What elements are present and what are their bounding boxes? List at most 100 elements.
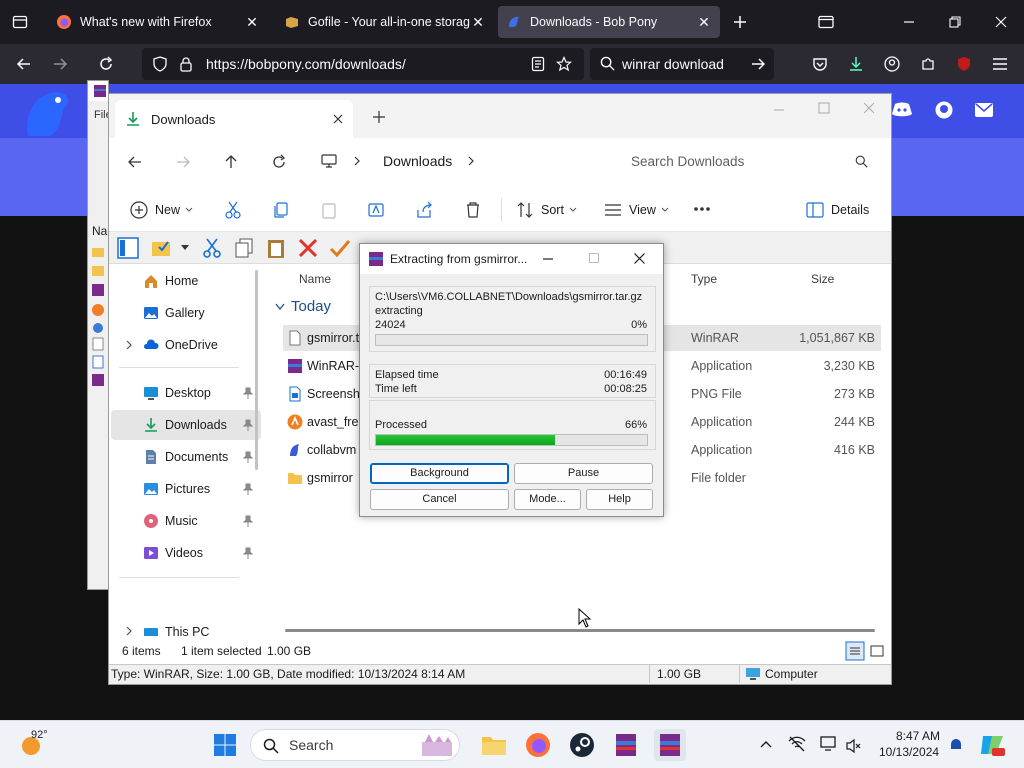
share-icon[interactable] [415, 200, 435, 220]
sort-button[interactable]: Sort [515, 198, 577, 222]
site-logo[interactable] [20, 88, 74, 138]
start-button[interactable] [209, 729, 241, 761]
copy-icon[interactable] [233, 237, 255, 259]
explorer-tab-downloads[interactable]: Downloads [115, 100, 353, 138]
bookmark-star-icon[interactable] [556, 56, 572, 72]
downloads-button[interactable] [840, 48, 872, 80]
chevron-right-icon[interactable] [125, 340, 133, 350]
paste-icon[interactable] [319, 200, 339, 220]
rename-icon[interactable] [367, 200, 387, 220]
copy-icon[interactable] [271, 200, 291, 220]
github-icon[interactable] [935, 101, 953, 119]
arrow-right-icon[interactable] [175, 154, 191, 170]
reload-button[interactable] [90, 48, 122, 80]
tiles-view-icon[interactable] [869, 643, 885, 659]
restore-button[interactable] [932, 0, 978, 44]
menu-button[interactable] [984, 48, 1016, 80]
maximize-icon[interactable] [818, 102, 830, 114]
group-header-today[interactable]: Today [275, 298, 331, 315]
nav-item-videos[interactable]: Videos [111, 538, 261, 568]
forward-button[interactable] [44, 48, 76, 80]
browser-tab-bobpony[interactable]: Downloads - Bob Pony ✕ [498, 6, 720, 38]
nav-item-gallery[interactable]: Gallery [111, 298, 261, 328]
background-button[interactable]: Background [370, 463, 509, 484]
display-icon[interactable] [820, 736, 838, 752]
checkmark-icon[interactable] [329, 237, 351, 259]
close-icon[interactable] [863, 102, 875, 114]
nav-item-home[interactable]: Home [111, 266, 261, 296]
arrow-left-icon[interactable] [127, 154, 143, 170]
delete-x-icon[interactable] [297, 237, 319, 259]
cancel-button[interactable]: Cancel [370, 489, 509, 510]
mail-icon[interactable] [975, 103, 993, 117]
winrar-background-window[interactable]: File Na [87, 80, 112, 590]
breadcrumb[interactable]: Downloads [305, 146, 605, 178]
minimize-icon[interactable] [543, 258, 553, 260]
details-button[interactable]: Details [805, 198, 869, 222]
new-tab-button[interactable] [724, 6, 756, 38]
maximize-icon[interactable] [589, 253, 599, 263]
taskbar-search[interactable]: Search [250, 729, 460, 761]
taskbar-steam[interactable] [566, 729, 598, 761]
clock-time[interactable]: 8:47 AM [896, 729, 940, 743]
select-folder-icon[interactable] [151, 237, 177, 259]
horizontal-scrollbar[interactable] [285, 629, 875, 632]
nav-scrollbar[interactable] [255, 270, 258, 470]
close-tab-icon[interactable]: ✕ [696, 14, 712, 31]
column-header-name[interactable]: Name [299, 272, 331, 286]
paste-icon[interactable] [265, 237, 287, 259]
taskbar-file-explorer[interactable] [478, 729, 510, 761]
nav-item-this-pc[interactable]: This PC [111, 622, 261, 636]
view-button[interactable]: View [603, 198, 669, 222]
browser-tab-gofile[interactable]: Gofile - Your all-in-one storage ✕ [276, 6, 494, 38]
taskbar-winrar-1[interactable] [610, 729, 642, 761]
back-button[interactable] [8, 48, 40, 80]
browser-tab-firefox-news[interactable]: What's new with Firefox ✕ [48, 6, 268, 38]
arrow-up-icon[interactable] [223, 154, 239, 170]
panel-toggle-icon[interactable] [117, 237, 139, 259]
cut-icon[interactable] [223, 200, 243, 220]
new-tab-icon[interactable] [373, 111, 385, 123]
nav-item-downloads[interactable]: Downloads [111, 410, 261, 440]
help-button[interactable]: Help [586, 489, 653, 510]
chevron-down-icon[interactable] [181, 245, 189, 251]
taskbar-winrar-2[interactable] [654, 729, 686, 761]
mode-button[interactable]: Mode... [514, 489, 581, 510]
minimize-icon[interactable] [773, 104, 785, 116]
refresh-icon[interactable] [271, 154, 287, 170]
delete-icon[interactable] [463, 200, 483, 220]
account-button[interactable] [876, 48, 908, 80]
more-options-icon[interactable] [693, 206, 711, 212]
details-view-icon[interactable] [845, 641, 865, 661]
clock-date[interactable]: 10/13/2024 [879, 745, 939, 759]
search-input[interactable]: Search Downloads [615, 146, 881, 178]
network-off-icon[interactable] [788, 736, 806, 752]
pause-button[interactable]: Pause [514, 463, 653, 484]
close-tab-icon[interactable]: ✕ [244, 14, 260, 31]
column-header-size[interactable]: Size [811, 272, 834, 286]
new-button[interactable]: New [129, 198, 193, 222]
close-tab-icon[interactable] [333, 114, 343, 124]
ublock-button[interactable] [948, 48, 980, 80]
nav-item-documents[interactable]: Documents [111, 442, 261, 472]
discord-icon[interactable] [892, 102, 912, 118]
volume-muted-icon[interactable] [845, 738, 861, 754]
nav-item-music[interactable]: Music [111, 506, 261, 536]
copilot-icon[interactable] [980, 733, 1006, 757]
reader-view-icon[interactable] [530, 56, 546, 72]
taskbar-firefox[interactable] [522, 729, 554, 761]
nav-item-onedrive[interactable]: OneDrive [111, 330, 261, 360]
nav-item-pictures[interactable]: Pictures [111, 474, 261, 504]
column-header-type[interactable]: Type [691, 272, 717, 286]
search-go-button[interactable] [742, 48, 774, 80]
list-tabs-button[interactable] [810, 6, 842, 38]
minimize-button[interactable] [886, 0, 932, 44]
chevron-up-icon[interactable] [760, 740, 772, 748]
weather-widget[interactable]: 92° [14, 729, 74, 761]
notification-bell-icon[interactable] [948, 737, 964, 753]
close-window-button[interactable] [978, 0, 1024, 44]
cut-icon[interactable] [201, 237, 223, 259]
nav-item-desktop[interactable]: Desktop [111, 378, 261, 408]
breadcrumb-downloads[interactable]: Downloads [383, 153, 452, 169]
close-icon[interactable] [634, 253, 645, 264]
